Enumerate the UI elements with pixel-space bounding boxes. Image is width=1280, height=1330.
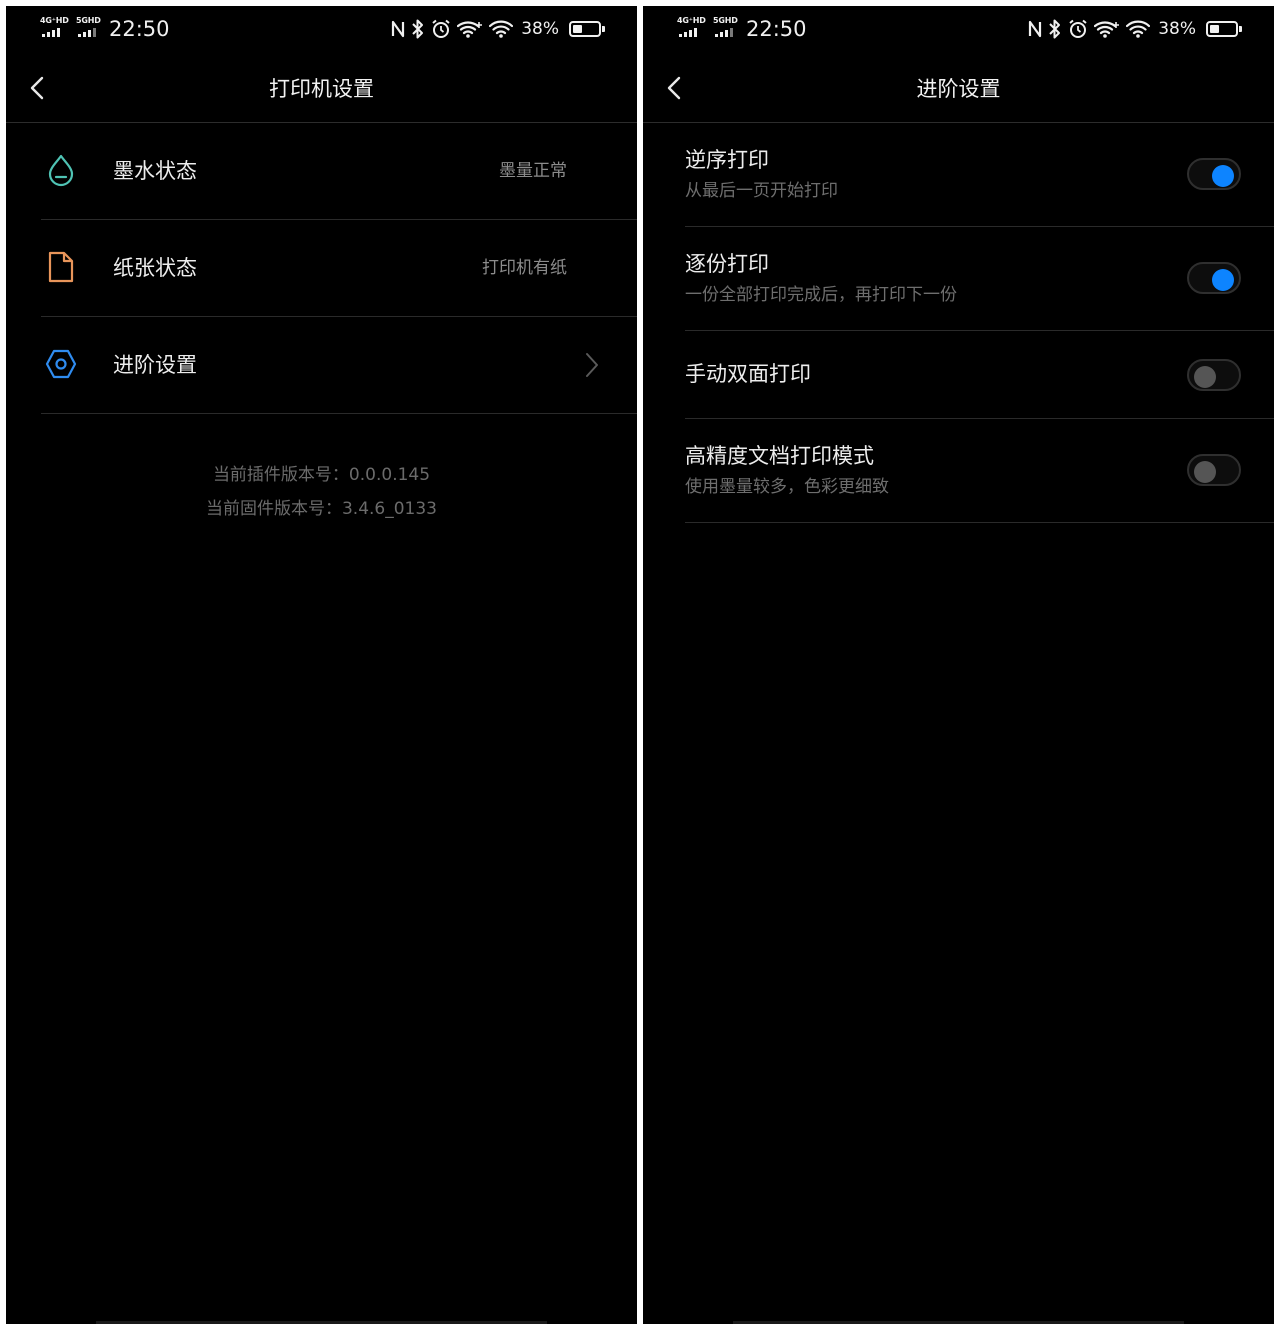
wifi-icon <box>1126 20 1151 38</box>
title-bar: 进阶设置 <box>643 56 1274 123</box>
network-type-label: 4G⁺HD <box>677 16 706 25</box>
network-type-label: 5GHD <box>713 16 738 25</box>
paper-icon <box>48 251 74 283</box>
toggle-knob <box>1194 461 1216 483</box>
status-bar: 4G⁺HD 5GHD 22:50 38% <box>6 6 637 52</box>
battery-percent: 38% <box>521 19 559 39</box>
advanced-settings-list: 逆序打印 从最后一页开始打印 逐份打印 一份全部打印完成后，再打印下一份 手动双… <box>685 123 1274 523</box>
reverse-print-row: 逆序打印 从最后一页开始打印 <box>685 123 1274 227</box>
battery-icon <box>569 21 605 37</box>
status-icons: 38% <box>1028 17 1242 41</box>
bluetooth-icon <box>412 19 424 39</box>
hexagon-settings-icon <box>45 349 77 379</box>
paper-status-row[interactable]: 纸张状态 打印机有纸 <box>41 220 637 317</box>
wifi-hotspot-icon <box>1094 21 1120 38</box>
home-indicator <box>733 1321 1184 1324</box>
collate-print-description: 一份全部打印完成后，再打印下一份 <box>685 285 957 305</box>
manual-duplex-row: 手动双面打印 <box>685 331 1274 419</box>
paper-status-value: 打印机有纸 <box>482 258 567 278</box>
high-precision-toggle[interactable] <box>1187 454 1241 486</box>
status-icons: 38% <box>391 17 605 41</box>
advanced-settings-label: 进阶设置 <box>113 353 197 377</box>
high-precision-description: 使用墨量较多，色彩更细致 <box>685 477 889 497</box>
battery-percent: 38% <box>1158 19 1196 39</box>
toggle-knob <box>1212 269 1234 291</box>
title-bar: 打印机设置 <box>6 56 637 123</box>
chevron-right-icon <box>586 353 598 377</box>
settings-menu: 墨水状态 墨量正常 纸张状态 打印机有纸 进阶设置 <box>6 123 637 414</box>
battery-icon <box>1206 21 1242 37</box>
high-precision-row: 高精度文档打印模式 使用墨量较多，色彩更细致 <box>685 419 1274 523</box>
manual-duplex-toggle[interactable] <box>1187 359 1241 391</box>
reverse-print-toggle[interactable] <box>1187 158 1241 190</box>
toggle-knob <box>1212 165 1234 187</box>
home-indicator <box>96 1321 547 1324</box>
wifi-hotspot-icon <box>457 21 483 38</box>
advanced-settings-screen: 4G⁺HD 5GHD 22:50 38% 进阶设置 逆序打印 从最后一页开始打印… <box>643 6 1274 1324</box>
reverse-print-description: 从最后一页开始打印 <box>685 181 838 201</box>
advanced-settings-row[interactable]: 进阶设置 <box>41 317 637 414</box>
printer-settings-screen: 4G⁺HD 5GHD 22:50 38% 打印机设置 墨水状态 墨量正常 纸张状… <box>6 6 637 1324</box>
alarm-icon <box>432 19 450 38</box>
ink-status-row[interactable]: 墨水状态 墨量正常 <box>41 123 637 220</box>
bluetooth-icon <box>1049 19 1061 39</box>
signal-5g-icon: 5GHD <box>713 16 743 40</box>
plugin-version: 当前插件版本号：0.0.0.145 <box>212 465 431 485</box>
collate-print-toggle[interactable] <box>1187 262 1241 294</box>
paper-status-label: 纸张状态 <box>113 256 197 280</box>
ink-status-label: 墨水状态 <box>113 159 197 183</box>
collate-print-label: 逐份打印 <box>685 252 769 276</box>
clock: 22:50 <box>746 17 807 41</box>
high-precision-label: 高精度文档打印模式 <box>685 444 874 468</box>
status-bar: 4G⁺HD 5GHD 22:50 38% <box>643 6 1274 52</box>
nfc-icon <box>1029 20 1042 38</box>
alarm-icon <box>1069 19 1087 38</box>
network-type-label: 4G⁺HD <box>40 16 69 25</box>
clock: 22:50 <box>109 17 170 41</box>
firmware-version: 当前固件版本号：3.4.6_0133 <box>205 499 438 519</box>
wifi-icon <box>489 20 514 38</box>
network-type-label: 5GHD <box>76 16 101 25</box>
page-title: 进阶设置 <box>916 77 1001 101</box>
signal-4g-icon: 4G⁺HD <box>40 16 70 40</box>
nfc-icon <box>392 20 405 38</box>
signal-4g-icon: 4G⁺HD <box>677 16 707 40</box>
ink-status-value: 墨量正常 <box>499 161 567 181</box>
ink-drop-icon <box>48 154 74 187</box>
page-title: 打印机设置 <box>269 77 374 101</box>
reverse-print-label: 逆序打印 <box>685 148 769 172</box>
version-info: 当前插件版本号：0.0.0.145 当前固件版本号：3.4.6_0133 <box>6 458 637 526</box>
signal-5g-icon: 5GHD <box>76 16 106 40</box>
toggle-knob <box>1194 366 1216 388</box>
collate-print-row: 逐份打印 一份全部打印完成后，再打印下一份 <box>685 227 1274 331</box>
manual-duplex-label: 手动双面打印 <box>685 362 811 386</box>
